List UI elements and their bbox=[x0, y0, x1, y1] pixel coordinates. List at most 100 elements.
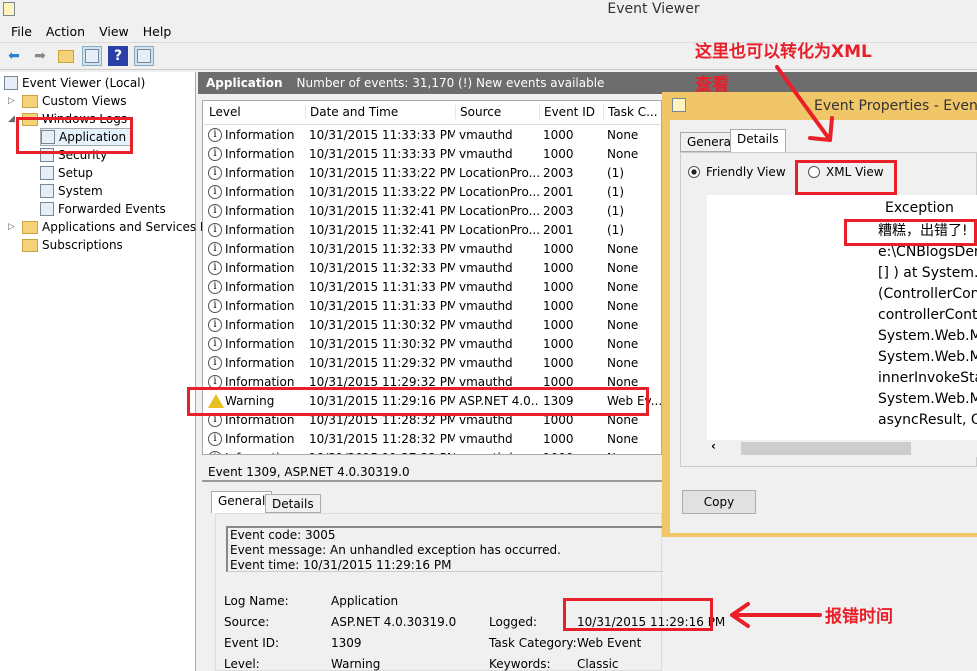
tree-item-label: Custom Views bbox=[42, 94, 127, 108]
scrollbar-thumb[interactable] bbox=[741, 442, 911, 455]
table-row[interactable]: i Information 10/31/2015 11:33:22 PM Locati… bbox=[203, 182, 661, 201]
help-icon[interactable]: ? bbox=[108, 46, 128, 66]
event-log-icon bbox=[4, 76, 18, 90]
expander-icon[interactable]: ◢ bbox=[8, 114, 15, 124]
tree-item-event-viewer-local-[interactable]: Event Viewer (Local) bbox=[4, 74, 145, 92]
tree-item-setup[interactable]: Setup bbox=[40, 164, 93, 182]
show-action-pane-icon[interactable] bbox=[134, 46, 154, 66]
highlight-exception-message bbox=[844, 219, 977, 246]
table-row[interactable]: i Information 10/31/2015 11:33:33 PM vmauth… bbox=[203, 144, 661, 163]
field-value: Warning bbox=[331, 657, 381, 671]
message-line: Event message: An unhandled exception ha… bbox=[230, 543, 561, 557]
tree-item-applications-and-services-lo[interactable]: ▷ Applications and Services Lo bbox=[8, 218, 214, 236]
information-icon: i bbox=[208, 279, 222, 294]
table-row[interactable]: i Information 10/31/2015 11:32:41 PM Locati… bbox=[203, 201, 661, 220]
event-properties-dialog: Event Properties - Event General Details… bbox=[662, 92, 977, 537]
table-row[interactable]: i Information 10/31/2015 11:30:32 PM vmauth… bbox=[203, 334, 661, 353]
table-row[interactable]: i Information 10/31/2015 11:33:22 PM Locati… bbox=[203, 163, 661, 182]
information-icon: i bbox=[208, 222, 222, 237]
table-row[interactable]: i Information 10/31/2015 11:33:33 PM vmauth… bbox=[203, 125, 661, 144]
cell-event-id: 2001 bbox=[543, 222, 574, 237]
table-row[interactable]: i Information 10/31/2015 11:32:41 PM Locati… bbox=[203, 220, 661, 239]
scroll-left-icon[interactable]: ‹ bbox=[711, 439, 716, 453]
cell-event-id: 2001 bbox=[543, 184, 574, 199]
cell-source: LocationPro... bbox=[459, 165, 539, 180]
cell-source: vmauthd bbox=[459, 451, 539, 455]
cell-source: vmauthd bbox=[459, 298, 513, 313]
field-label: Source: bbox=[224, 615, 270, 629]
information-icon: i bbox=[208, 184, 222, 199]
table-row[interactable]: i Information 10/31/2015 11:31:33 PM vmauth… bbox=[203, 296, 661, 315]
cell-source: vmauthd bbox=[459, 355, 513, 370]
cell-task-c-: None bbox=[607, 336, 639, 351]
table-row[interactable]: i Information 10/31/2015 11:32:33 PM vmauth… bbox=[203, 258, 661, 277]
cell-event-id: 2003 bbox=[543, 165, 574, 180]
horizontal-scrollbar[interactable]: ‹ bbox=[707, 439, 977, 457]
field-label: Task Category: bbox=[489, 636, 577, 650]
column-header[interactable]: Source bbox=[455, 105, 501, 119]
information-icon: i bbox=[208, 241, 222, 256]
information-icon: i bbox=[208, 260, 222, 275]
field-label: Event ID: bbox=[224, 636, 280, 650]
cell-source: vmauthd bbox=[459, 336, 513, 351]
cell-task-c-: None bbox=[607, 431, 639, 446]
tree-item-custom-views[interactable]: ▷ Custom Views bbox=[8, 92, 127, 110]
show-scope-icon[interactable] bbox=[82, 46, 102, 66]
open-folder-icon[interactable] bbox=[56, 46, 76, 66]
tree-item-system[interactable]: System bbox=[40, 182, 103, 200]
dialog-title: Event Properties - Event bbox=[814, 98, 977, 114]
table-row[interactable]: i Information 10/31/2015 11:28:32 PM vmauth… bbox=[203, 429, 661, 448]
log-warning-icon bbox=[40, 184, 54, 198]
table-row[interactable]: i Information 10/31/2015 11:32:33 PM vmauth… bbox=[203, 239, 661, 258]
field-value: 1309 bbox=[331, 636, 362, 650]
expander-icon[interactable]: ▷ bbox=[8, 96, 15, 106]
column-header[interactable]: Date and Time bbox=[305, 105, 398, 119]
tree-item-forwarded-events[interactable]: Forwarded Events bbox=[40, 200, 166, 218]
table-row[interactable]: i Information 10/31/2015 11:30:32 PM vmauth… bbox=[203, 315, 661, 334]
table-row[interactable]: i Information 10/31/2015 11:29:32 PM vmauth… bbox=[203, 353, 661, 372]
cell-level: Information bbox=[225, 355, 295, 370]
menu-action[interactable]: Action bbox=[39, 24, 92, 39]
cell-source: LocationPro... bbox=[459, 184, 539, 199]
information-icon: i bbox=[208, 165, 222, 180]
cell-source: vmauthd bbox=[459, 317, 513, 332]
tree-item-label: Subscriptions bbox=[42, 238, 123, 252]
table-row[interactable]: iInformation10/31/2015 11:27:32 PM vmauth… bbox=[203, 448, 661, 455]
tab-general[interactable]: General bbox=[211, 491, 273, 513]
event-message-box[interactable]: Event code: 3005 Event message: An unhand… bbox=[226, 526, 663, 572]
cell-level: Information bbox=[225, 298, 295, 313]
column-header[interactable]: Level bbox=[209, 105, 241, 119]
cell-level: Information bbox=[225, 165, 295, 180]
exception-line: System.Web.Mv bbox=[878, 391, 977, 407]
friendly-view-radio[interactable]: Friendly View bbox=[688, 165, 786, 179]
tree-item-subscriptions[interactable]: Subscriptions bbox=[22, 236, 123, 254]
expander-icon[interactable]: ▷ bbox=[8, 222, 15, 232]
back-icon[interactable]: ⬅ bbox=[4, 46, 24, 66]
details-panel: Friendly View XML View Exception 糟糕，出错了!… bbox=[680, 152, 977, 467]
field-label: Log Name: bbox=[224, 594, 289, 608]
exception-line: System.Web.Mv bbox=[878, 349, 977, 365]
cell-level: Information bbox=[225, 431, 295, 446]
table-row[interactable]: i Information 10/31/2015 11:31:33 PM vmauth… bbox=[203, 277, 661, 296]
cell-task-c-: None bbox=[607, 451, 661, 455]
highlight-xml-view bbox=[795, 160, 897, 195]
column-header[interactable]: Event ID bbox=[539, 105, 595, 119]
forward-icon[interactable]: ➡ bbox=[30, 46, 50, 66]
table-header: Level Date and Time Source Event ID Task C..… bbox=[203, 101, 661, 125]
cell-date-and-time: 10/31/2015 11:31:33 PM bbox=[309, 279, 455, 294]
menu-view[interactable]: View bbox=[92, 24, 136, 39]
cell-task-c-: (1) bbox=[607, 222, 624, 237]
copy-button[interactable]: Copy bbox=[682, 490, 756, 514]
cell-level: Information bbox=[225, 146, 295, 161]
dialog-tab-details[interactable]: Details bbox=[730, 129, 786, 153]
cell-source: LocationPro... bbox=[459, 203, 539, 218]
menu-file[interactable]: File bbox=[4, 24, 39, 39]
tab-details[interactable]: Details bbox=[265, 494, 321, 513]
field-value: Application bbox=[331, 594, 399, 608]
cell-date-and-time: 10/31/2015 11:32:33 PM bbox=[309, 260, 455, 275]
column-header[interactable]: Task C... bbox=[603, 105, 658, 119]
cell-level: Information bbox=[225, 336, 295, 351]
cell-source: vmauthd bbox=[459, 279, 513, 294]
cell-task-c-: (1) bbox=[607, 203, 624, 218]
menu-help[interactable]: Help bbox=[136, 24, 179, 39]
